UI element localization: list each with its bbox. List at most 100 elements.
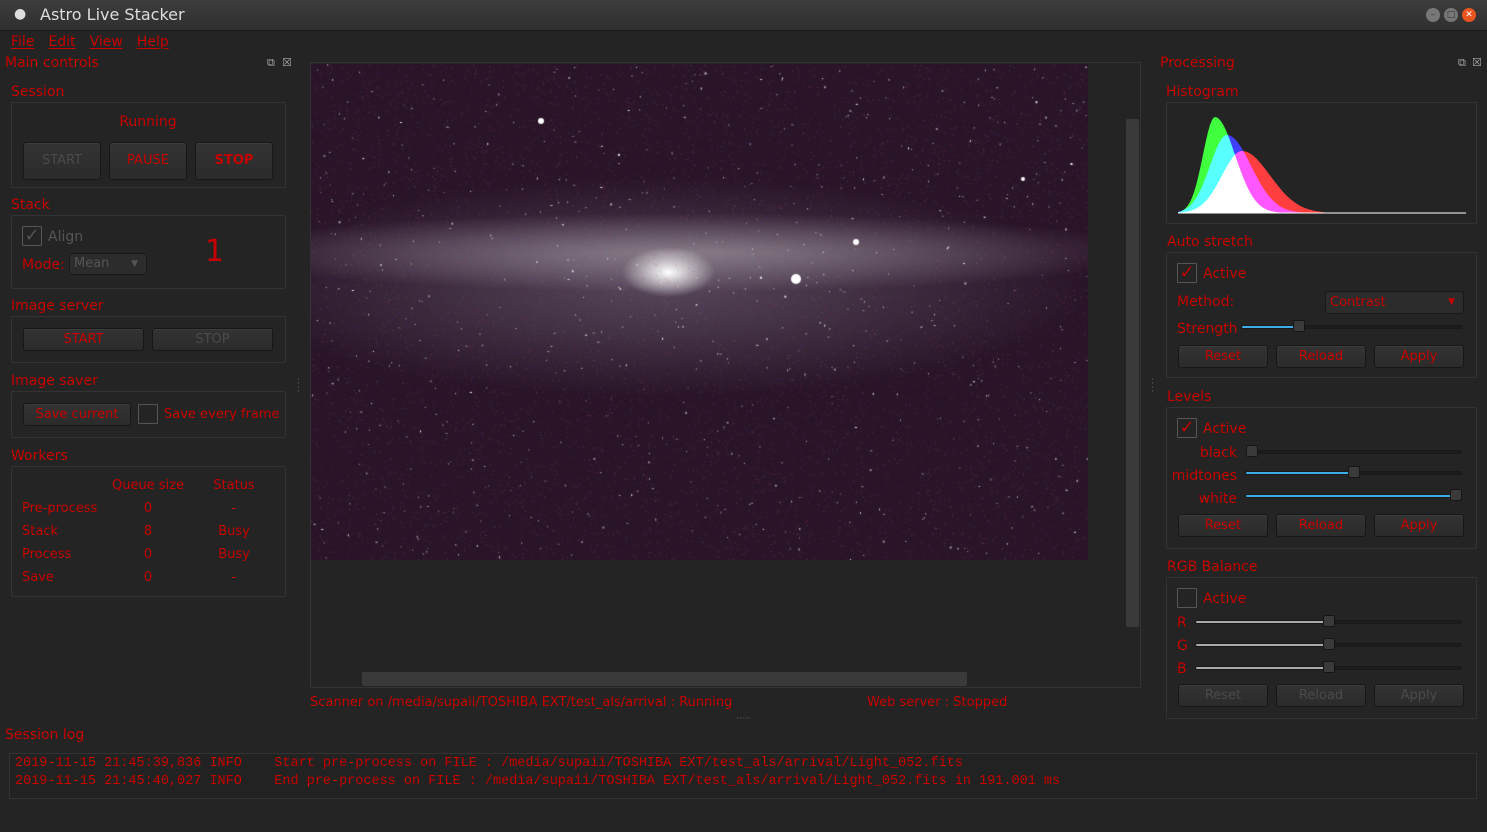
auto-stretch-apply-button[interactable]: Apply bbox=[1374, 345, 1464, 368]
chevron-down-icon: ▼ bbox=[131, 259, 138, 269]
dock-float-icon[interactable]: ⧉ bbox=[1458, 56, 1466, 70]
main-controls-title: Main controls bbox=[5, 55, 99, 71]
mode-select[interactable]: Mean ▼ bbox=[69, 253, 147, 275]
session-log[interactable]: 2019-11-15 21:45:39,836 INFO Start pre-p… bbox=[9, 753, 1477, 799]
mode-value: Mean bbox=[74, 256, 110, 271]
midtones-slider[interactable] bbox=[1245, 466, 1462, 478]
minimize-icon[interactable]: – bbox=[1426, 8, 1440, 22]
levels-active-checkbox[interactable]: ✓ bbox=[1177, 418, 1197, 438]
worker-queue: 8 bbox=[143, 524, 153, 539]
rgb-reload-button[interactable]: Reload bbox=[1276, 684, 1366, 707]
levels-active-label: Active bbox=[1203, 421, 1247, 437]
log-splitter-handle[interactable]: ····· bbox=[736, 714, 750, 724]
session-status: Running bbox=[119, 114, 177, 130]
scanner-status: Scanner on /media/supaii/TOSHIBA EXT/tes… bbox=[310, 695, 733, 710]
right-splitter-handle[interactable]: · · · · bbox=[1151, 376, 1154, 397]
worker-status: - bbox=[231, 501, 237, 516]
image-server-label: Image server bbox=[11, 298, 104, 314]
save-current-button[interactable]: Save current bbox=[23, 403, 131, 426]
dock-close-icon[interactable]: ☒ bbox=[1472, 56, 1482, 69]
histogram-group bbox=[1166, 102, 1477, 224]
rgb-active-checkbox[interactable] bbox=[1177, 588, 1197, 608]
image-server-start-button[interactable]: START bbox=[23, 328, 144, 351]
white-slider[interactable] bbox=[1245, 489, 1462, 501]
log-level: INFO bbox=[209, 774, 242, 789]
worker-name: Save bbox=[22, 570, 54, 585]
auto-stretch-reload-button[interactable]: Reload bbox=[1276, 345, 1366, 368]
method-value: Contrast bbox=[1330, 295, 1386, 310]
web-server-status: Web server : Stopped bbox=[867, 695, 1008, 710]
histogram-chart bbox=[1178, 117, 1466, 214]
image-server-stop-button[interactable]: STOP bbox=[152, 328, 273, 351]
menu-help[interactable]: Help bbox=[137, 34, 169, 50]
levels-reload-button[interactable]: Reload bbox=[1276, 514, 1366, 537]
worker-status: Busy bbox=[218, 547, 250, 562]
black-label: black bbox=[1199, 445, 1237, 461]
workers-header-queue: Queue size bbox=[111, 478, 185, 493]
session-stop-button[interactable]: STOP bbox=[195, 142, 273, 180]
chevron-down-icon: ▼ bbox=[1448, 297, 1455, 307]
session-label: Session bbox=[11, 84, 65, 100]
b-label: B bbox=[1177, 661, 1187, 677]
dock-close-icon[interactable]: ☒ bbox=[282, 56, 292, 69]
workers-label: Workers bbox=[11, 448, 68, 464]
splitter-handle[interactable]: · · · · bbox=[297, 376, 300, 397]
dock-float-icon[interactable]: ⧉ bbox=[267, 56, 275, 70]
rgb-active-label: Active bbox=[1203, 591, 1247, 607]
levels-label: Levels bbox=[1167, 389, 1212, 405]
image-viewer[interactable] bbox=[310, 62, 1141, 688]
log-message: Start pre-process on FILE : /media/supai… bbox=[274, 756, 963, 771]
session-pause-button[interactable]: PAUSE bbox=[109, 142, 187, 180]
r-slider[interactable] bbox=[1195, 615, 1462, 627]
processing-title: Processing bbox=[1160, 55, 1235, 71]
stacked-image bbox=[311, 64, 1088, 560]
worker-name: Pre-process bbox=[22, 501, 98, 516]
save-every-frame-label: Save every frame bbox=[164, 407, 280, 422]
session-start-button[interactable]: START bbox=[23, 142, 101, 180]
workers-header-status: Status bbox=[213, 478, 255, 493]
worker-name: Process bbox=[22, 547, 72, 562]
align-checkbox[interactable]: ✓ bbox=[22, 226, 42, 246]
auto-stretch-reset-button[interactable]: Reset bbox=[1178, 345, 1268, 368]
r-label: R bbox=[1177, 615, 1187, 631]
method-select[interactable]: Contrast ▼ bbox=[1325, 291, 1464, 314]
levels-reset-button[interactable]: Reset bbox=[1178, 514, 1268, 537]
stack-count: 1 bbox=[205, 234, 225, 269]
auto-stretch-label: Auto stretch bbox=[1167, 234, 1253, 250]
auto-stretch-active-label: Active bbox=[1203, 266, 1247, 282]
save-every-frame-checkbox[interactable] bbox=[138, 404, 158, 424]
worker-queue: 0 bbox=[143, 570, 153, 585]
vertical-scrollbar[interactable] bbox=[1126, 119, 1139, 627]
white-label: white bbox=[1198, 491, 1237, 507]
rgb-balance-label: RGB Balance bbox=[1167, 559, 1258, 575]
menu-file[interactable]: File bbox=[11, 34, 34, 50]
session-log-title: Session log bbox=[5, 727, 85, 743]
black-slider[interactable] bbox=[1246, 445, 1462, 457]
star-field bbox=[311, 64, 1088, 560]
mode-label: Mode: bbox=[22, 257, 65, 273]
stack-label: Stack bbox=[11, 197, 50, 213]
auto-stretch-active-checkbox[interactable]: ✓ bbox=[1177, 263, 1197, 283]
g-slider[interactable] bbox=[1195, 638, 1462, 650]
worker-status: - bbox=[231, 570, 237, 585]
rgb-reset-button[interactable]: Reset bbox=[1178, 684, 1268, 707]
image-saver-label: Image saver bbox=[11, 373, 98, 389]
menu-view[interactable]: View bbox=[90, 34, 123, 50]
b-slider[interactable] bbox=[1195, 661, 1462, 673]
strength-slider[interactable] bbox=[1241, 320, 1463, 332]
maximize-icon[interactable]: □ bbox=[1444, 8, 1458, 22]
midtones-label: midtones bbox=[1171, 468, 1237, 484]
close-icon[interactable]: ✕ bbox=[1462, 8, 1476, 22]
stack-group bbox=[11, 215, 286, 289]
log-time: 2019-11-15 21:45:39,836 bbox=[15, 756, 202, 771]
g-label: G bbox=[1177, 638, 1188, 654]
horizontal-scrollbar[interactable] bbox=[362, 672, 967, 686]
worker-name: Stack bbox=[22, 524, 58, 539]
log-line: 2019-11-15 21:45:39,836 INFO Start pre-p… bbox=[15, 755, 1476, 773]
levels-apply-button[interactable]: Apply bbox=[1374, 514, 1464, 537]
rgb-apply-button[interactable]: Apply bbox=[1374, 684, 1464, 707]
menu-edit[interactable]: Edit bbox=[48, 34, 75, 50]
app-icon: ● bbox=[14, 6, 27, 22]
log-message: End pre-process on FILE : /media/supaii/… bbox=[274, 774, 1061, 789]
worker-queue: 0 bbox=[143, 547, 153, 562]
